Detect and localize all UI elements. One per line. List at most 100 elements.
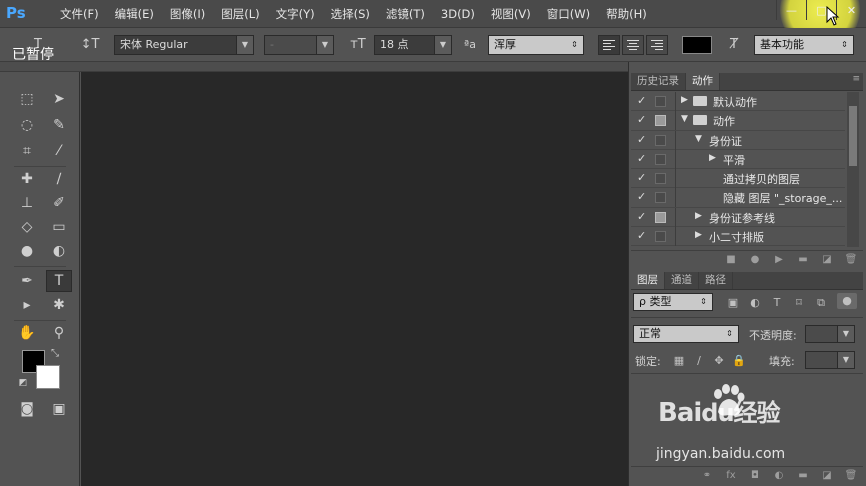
type-tool-icon[interactable]: T bbox=[46, 270, 72, 292]
check-icon[interactable]: ✓ bbox=[637, 171, 649, 184]
blur-tool-icon[interactable]: ● bbox=[14, 240, 40, 262]
expand-right-icon[interactable]: ▶ bbox=[695, 211, 702, 221]
antialias-select[interactable]: 浑厚 ⇕ bbox=[488, 35, 584, 55]
lock-paint-icon[interactable]: ∕ bbox=[691, 353, 707, 369]
new-layer-icon[interactable]: ◪ bbox=[815, 468, 839, 484]
adjustment-layer-icon[interactable]: ◐ bbox=[767, 468, 791, 484]
record-icon[interactable]: ● bbox=[743, 252, 767, 268]
font-family-select[interactable]: 宋体 Regular ▼ bbox=[114, 35, 254, 55]
action-row[interactable]: ✓ ▼ 动作 bbox=[631, 111, 845, 131]
zoom-tool-icon[interactable]: ⚲ bbox=[46, 322, 72, 344]
align-center-button[interactable] bbox=[622, 35, 644, 55]
link-layers-icon[interactable]: ⚭ bbox=[695, 468, 719, 484]
filter-shape-icon[interactable]: ⌑ bbox=[791, 295, 807, 311]
lasso-tool-icon[interactable]: ◌ bbox=[14, 114, 40, 136]
action-row[interactable]: ✓ 通过拷贝的图层 bbox=[631, 169, 845, 189]
check-icon[interactable]: ✓ bbox=[637, 133, 649, 146]
shape-tool-icon[interactable]: ✱ bbox=[46, 294, 72, 316]
tab-paths[interactable]: 路径 bbox=[699, 272, 733, 289]
path-select-tool-icon[interactable]: ▸ bbox=[14, 294, 40, 316]
history-brush-tool-icon[interactable]: ✐ bbox=[46, 192, 72, 214]
layer-style-fx-icon[interactable]: fx bbox=[719, 468, 743, 484]
dialog-toggle-box[interactable] bbox=[655, 134, 666, 146]
dialog-toggle-box[interactable] bbox=[655, 231, 666, 243]
delete-trash-icon[interactable]: 🗑 bbox=[839, 252, 863, 268]
check-icon[interactable]: ✓ bbox=[637, 113, 649, 126]
menu-edit[interactable]: 编辑(E) bbox=[107, 6, 162, 22]
menu-view[interactable]: 视图(V) bbox=[483, 6, 539, 22]
expand-right-icon[interactable]: ▶ bbox=[695, 230, 702, 240]
move-tool-icon[interactable]: ➤ bbox=[46, 88, 72, 110]
menu-layer[interactable]: 图层(L) bbox=[213, 6, 267, 22]
check-icon[interactable]: ✓ bbox=[637, 152, 649, 165]
filter-adjustment-icon[interactable]: ◐ bbox=[747, 295, 763, 311]
hand-tool-icon[interactable]: ✋ bbox=[14, 322, 40, 344]
clone-stamp-tool-icon[interactable]: ⊥ bbox=[14, 192, 40, 214]
check-icon[interactable]: ✓ bbox=[637, 229, 649, 242]
opacity-input[interactable]: ▼ bbox=[805, 325, 855, 343]
expand-down-icon[interactable]: ▼ bbox=[695, 134, 702, 144]
expand-right-icon[interactable]: ▶ bbox=[709, 153, 716, 163]
dialog-toggle-box[interactable] bbox=[655, 211, 666, 223]
check-icon[interactable]: ✓ bbox=[637, 190, 649, 203]
menu-window[interactable]: 窗口(W) bbox=[539, 6, 598, 22]
delete-layer-trash-icon[interactable]: 🗑 bbox=[839, 468, 863, 484]
dialog-toggle-box[interactable] bbox=[655, 153, 666, 165]
workspace-select[interactable]: 基本功能 ⇕ bbox=[754, 35, 854, 55]
new-action-icon[interactable]: ◪ bbox=[815, 252, 839, 268]
play-icon[interactable]: ▶ bbox=[767, 252, 791, 268]
check-icon[interactable]: ✓ bbox=[637, 210, 649, 223]
menu-image[interactable]: 图像(I) bbox=[162, 6, 213, 22]
healing-brush-tool-icon[interactable]: ✚ bbox=[14, 168, 40, 190]
eyedropper-tool-icon[interactable]: ⁄ bbox=[46, 140, 72, 162]
eraser-tool-icon[interactable]: ◇ bbox=[14, 216, 40, 238]
action-row[interactable]: ✓ ▶ 平滑 bbox=[631, 149, 845, 170]
panel-menu-icon[interactable]: ≡ bbox=[852, 74, 860, 84]
menu-3d[interactable]: 3D(D) bbox=[433, 6, 483, 22]
tab-channels[interactable]: 通道 bbox=[665, 272, 699, 289]
minimize-button[interactable]: — bbox=[776, 0, 806, 20]
new-group-folder-icon[interactable]: ▬ bbox=[791, 468, 815, 484]
dialog-toggle-box[interactable] bbox=[655, 96, 666, 107]
blend-mode-select[interactable]: 正常 ⇕ bbox=[633, 325, 739, 343]
filter-pixel-icon[interactable]: ▣ bbox=[725, 295, 741, 311]
action-row[interactable]: ✓ 隐藏 图层 "_storage_... bbox=[631, 188, 845, 208]
check-icon[interactable]: ✓ bbox=[637, 94, 649, 107]
lock-all-icon[interactable]: 🔒 bbox=[731, 353, 747, 369]
swap-colors-icon[interactable]: ⤡ bbox=[48, 346, 62, 360]
scrollbar-thumb[interactable] bbox=[849, 106, 857, 166]
layer-filter-select[interactable]: ρ 类型 ⇕ bbox=[633, 293, 713, 311]
stop-icon[interactable]: ■ bbox=[719, 252, 743, 268]
filter-type-icon[interactable]: T bbox=[769, 295, 785, 311]
expand-down-icon[interactable]: ▼ bbox=[681, 114, 688, 124]
dialog-toggle-box[interactable] bbox=[655, 115, 666, 127]
text-color-swatch[interactable] bbox=[682, 36, 712, 54]
fill-input[interactable]: ▼ bbox=[805, 351, 855, 369]
lock-transparent-icon[interactable]: ▦ bbox=[671, 353, 687, 369]
action-row[interactable]: ✓ ▼ 身份证 bbox=[631, 130, 845, 150]
actions-scrollbar[interactable] bbox=[847, 92, 859, 247]
add-mask-icon[interactable]: ◘ bbox=[743, 468, 767, 484]
dialog-toggle-box[interactable] bbox=[655, 192, 666, 204]
align-right-button[interactable] bbox=[646, 35, 668, 55]
tab-actions[interactable]: 动作 bbox=[686, 73, 720, 90]
expand-right-icon[interactable]: ▶ bbox=[681, 95, 688, 105]
text-orientation-icon[interactable]: ↕T bbox=[80, 35, 100, 55]
dialog-toggle-box[interactable] bbox=[655, 173, 666, 185]
pen-tool-icon[interactable]: ✒ bbox=[14, 270, 40, 292]
lock-move-icon[interactable]: ✥ bbox=[711, 353, 727, 369]
quick-mask-icon[interactable]: ◙ bbox=[14, 398, 40, 420]
tab-layers[interactable]: 图层 bbox=[631, 272, 665, 289]
menu-filter[interactable]: 滤镜(T) bbox=[378, 6, 433, 22]
close-button[interactable]: ✕ bbox=[836, 0, 866, 20]
crop-tool-icon[interactable]: ⌗ bbox=[14, 140, 40, 162]
dodge-tool-icon[interactable]: ◐ bbox=[46, 240, 72, 262]
gradient-tool-icon[interactable]: ▭ bbox=[46, 216, 72, 238]
screen-mode-icon[interactable]: ▣ bbox=[46, 398, 72, 420]
align-left-button[interactable] bbox=[598, 35, 620, 55]
background-color-swatch[interactable] bbox=[36, 365, 60, 389]
filter-toggle-icon[interactable]: ● bbox=[837, 293, 857, 309]
menu-type[interactable]: 文字(Y) bbox=[268, 6, 323, 22]
action-row[interactable]: ✓ ▶ 默认动作 bbox=[631, 92, 845, 112]
quick-select-tool-icon[interactable]: ✎ bbox=[46, 114, 72, 136]
